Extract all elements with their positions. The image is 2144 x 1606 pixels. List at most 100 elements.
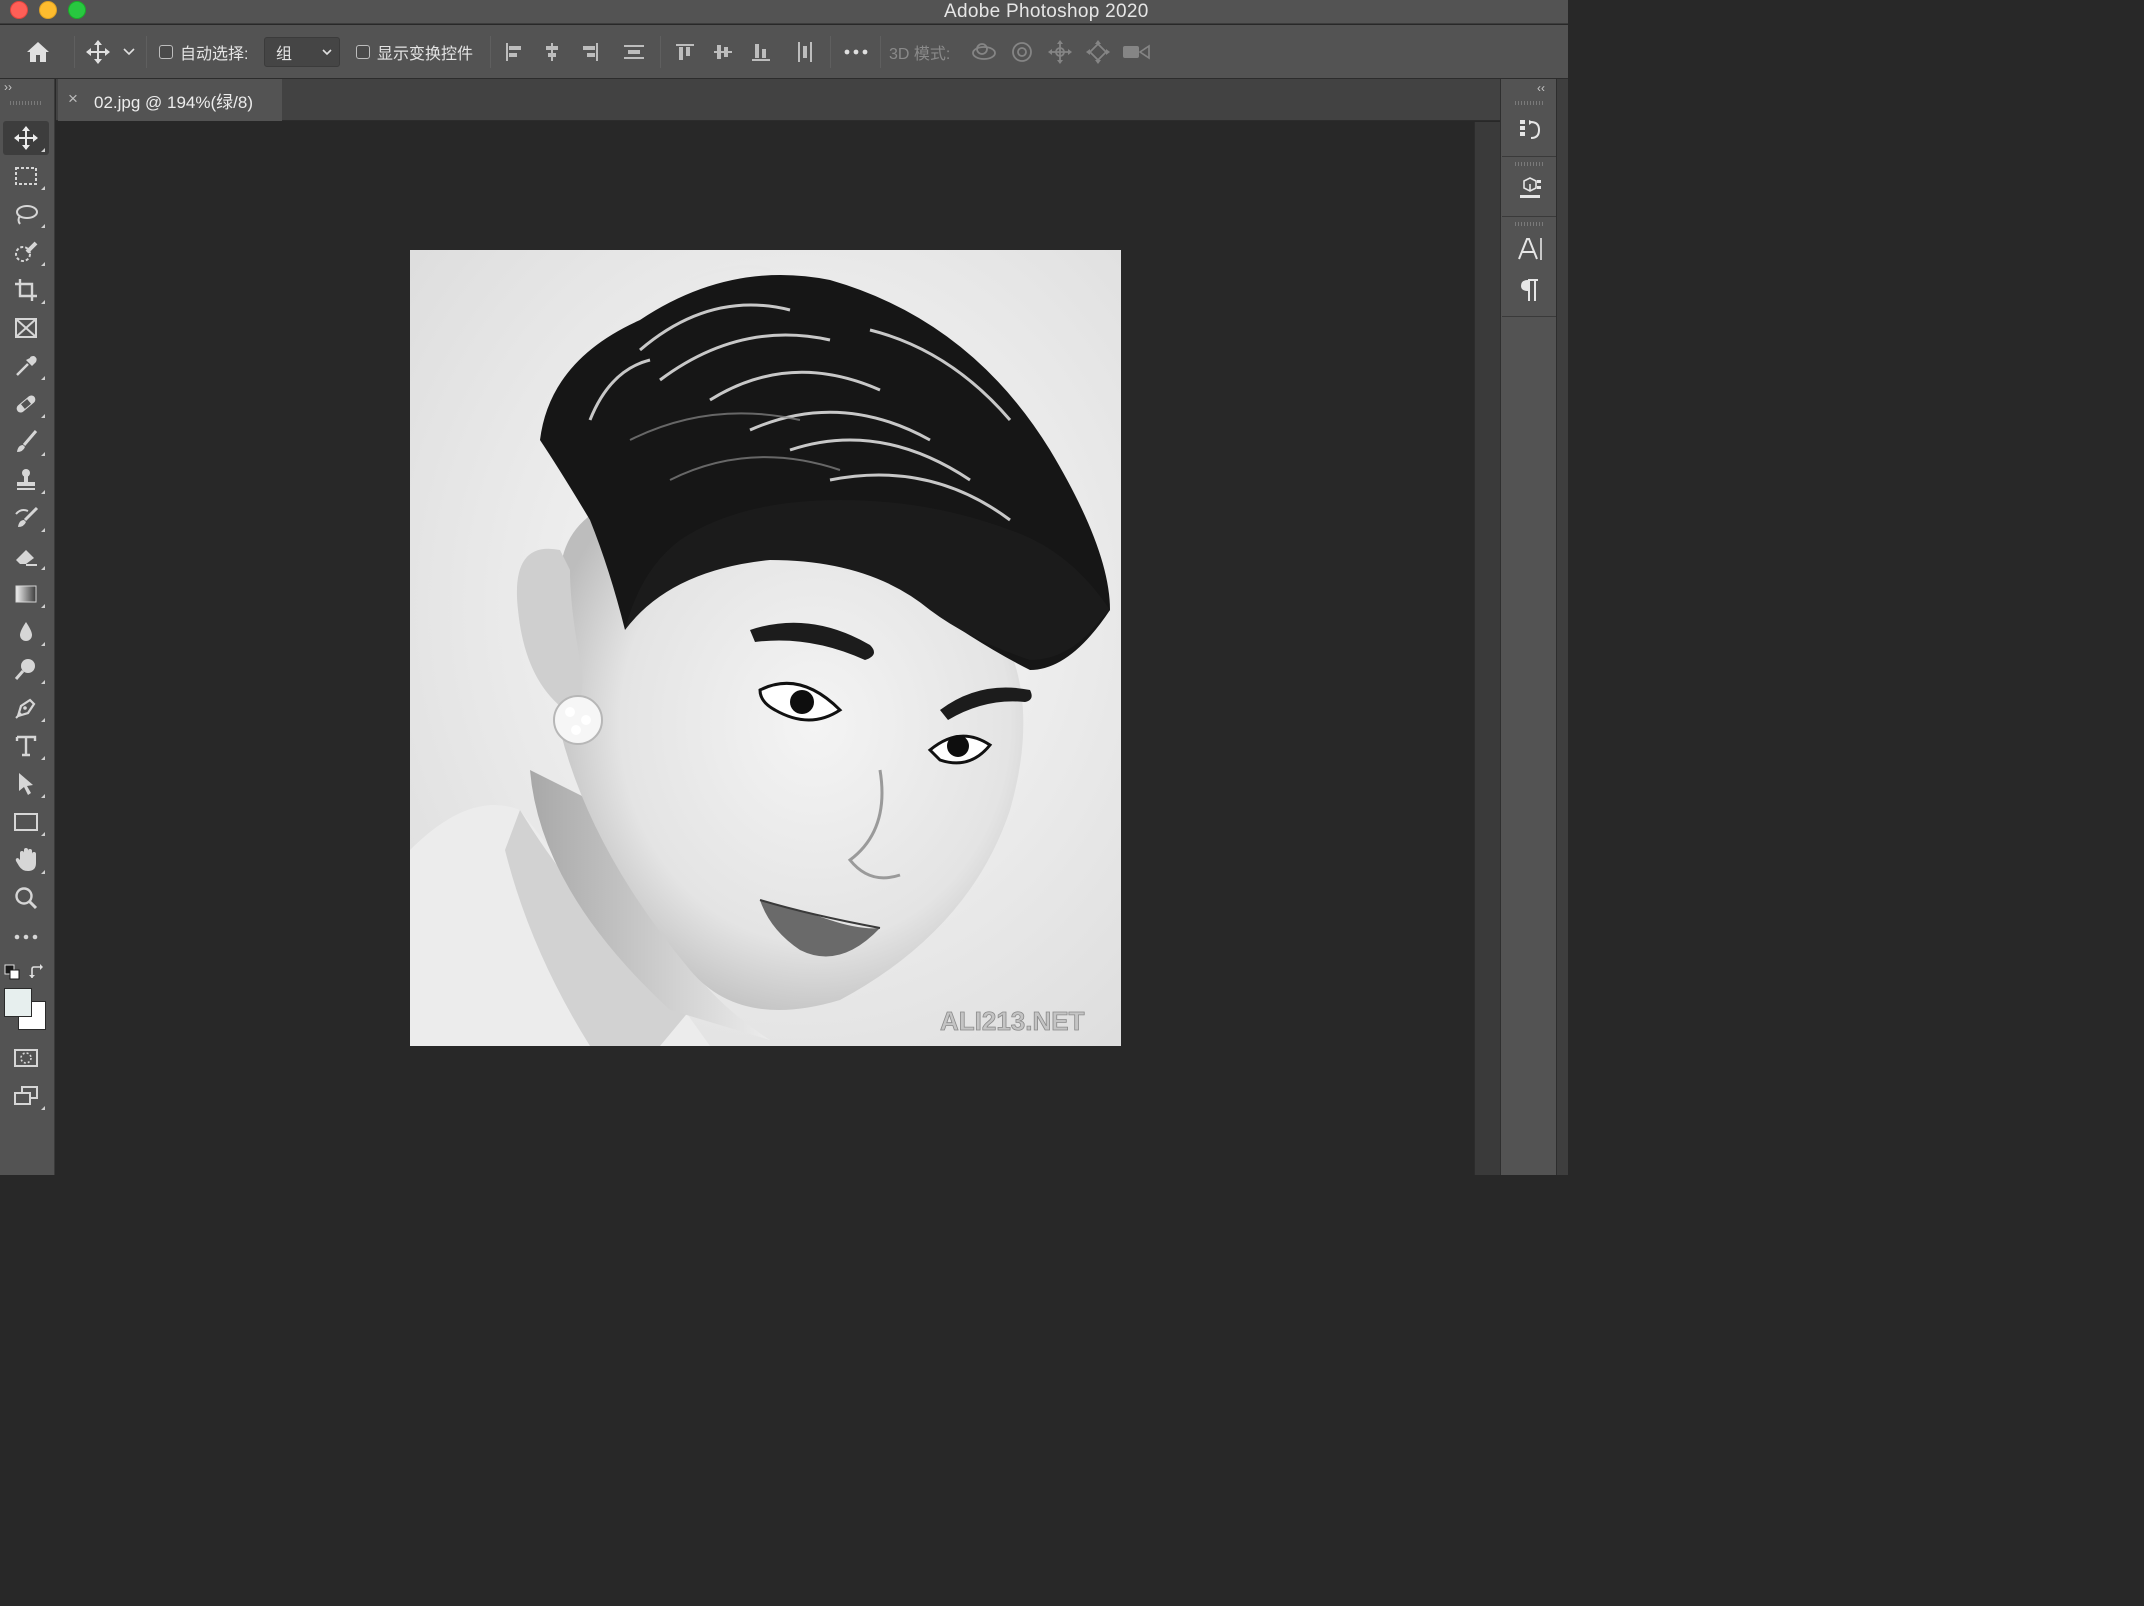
crop-tool[interactable] (3, 273, 49, 307)
quick-selection-tool[interactable] (3, 235, 49, 269)
zoom-window-button[interactable] (68, 1, 86, 19)
align-vertical-centers-button[interactable] (710, 25, 736, 79)
distribute-vertically-button[interactable] (620, 25, 648, 79)
path-selection-tool[interactable] (3, 767, 49, 801)
canvas-vertical-scrollbar[interactable] (1474, 122, 1500, 1175)
video-camera-icon (1123, 44, 1150, 60)
paragraph-panel-button[interactable] (1513, 273, 1547, 307)
bandage-icon (16, 395, 36, 413)
crop-icon (15, 279, 37, 301)
align-right-edges-button[interactable] (577, 25, 603, 79)
brush-tool[interactable] (3, 425, 49, 459)
marquee-icon (15, 167, 37, 185)
character-panel-button[interactable] (1513, 232, 1547, 266)
panel-grip[interactable] (1515, 222, 1545, 226)
arrow-cursor-icon (19, 773, 33, 795)
zoom-icon (15, 887, 38, 910)
document-tab[interactable]: × 02.jpg @ 194%(绿/8) (58, 79, 282, 121)
show-transform-checkbox[interactable] (355, 25, 371, 79)
edit-toolbar-button[interactable] (3, 920, 49, 954)
3d-panel-button[interactable] (1513, 173, 1547, 207)
chevron-down-icon (322, 49, 332, 56)
pen-tool[interactable] (3, 691, 49, 725)
rectangular-marquee-tool[interactable] (3, 159, 49, 193)
home-button[interactable] (18, 25, 58, 79)
zoom-tool[interactable] (3, 881, 49, 915)
chevron-down-icon (123, 48, 135, 56)
align-horizontal-centers-button[interactable] (539, 25, 565, 79)
blur-tool[interactable] (3, 615, 49, 649)
hand-icon (15, 848, 36, 871)
collapse-panels-icon[interactable]: ‹‹ (1537, 81, 1545, 95)
3d-roll-icon (1012, 42, 1032, 62)
foreground-color-swatch[interactable] (4, 988, 32, 1017)
more-icon (14, 934, 38, 940)
align-left-edges-button[interactable] (501, 25, 527, 79)
type-tool[interactable] (3, 729, 49, 763)
align-top-edges-button[interactable] (672, 25, 698, 79)
stamp-icon (17, 469, 35, 490)
dodge-icon (14, 659, 35, 680)
history-brush-tool[interactable] (3, 501, 49, 535)
3d-roll-button[interactable] (1008, 25, 1036, 79)
show-transform-label: 显示变换控件 (377, 46, 474, 63)
close-tab-icon[interactable]: × (68, 89, 78, 109)
3d-orbit-button[interactable] (968, 25, 1000, 79)
swap-arrows-icon (29, 964, 43, 978)
align-left-icon (506, 43, 521, 61)
align-bottom-icon (752, 44, 770, 61)
tools-panel-grip[interactable] (10, 101, 42, 105)
screen-mode-icon (14, 1086, 38, 1105)
eraser-icon (16, 550, 37, 566)
clone-stamp-tool[interactable] (3, 463, 49, 497)
dodge-tool[interactable] (3, 653, 49, 687)
hand-tool[interactable] (3, 843, 49, 877)
align-bottom-edges-button[interactable] (748, 25, 774, 79)
eyedropper-icon (16, 356, 37, 376)
healing-brush-tool[interactable] (3, 387, 49, 421)
options-bar: 自动选择: 组 显示变换控件 3D 模式: (0, 25, 1568, 79)
collapse-tools-icon[interactable]: ›› (4, 80, 12, 94)
auto-select-mode-select[interactable]: 组 (264, 37, 340, 67)
gradient-tool[interactable] (3, 577, 49, 611)
rectangle-tool[interactable] (3, 805, 49, 839)
3d-cube-icon (1520, 177, 1541, 198)
3d-slide-button[interactable] (1084, 25, 1112, 79)
align-middle-icon (714, 45, 732, 59)
minimize-window-button[interactable] (39, 1, 57, 19)
history-icon (1520, 120, 1541, 139)
panel-edge-strip (1556, 79, 1568, 1175)
more-icon (844, 49, 868, 55)
lasso-tool[interactable] (3, 197, 49, 231)
move-tool-preset[interactable] (84, 25, 112, 79)
eyedropper-tool[interactable] (3, 349, 49, 383)
paragraph-icon (1521, 279, 1538, 301)
close-window-button[interactable] (10, 1, 28, 19)
more-options-button[interactable] (842, 25, 870, 79)
panel-grip[interactable] (1515, 101, 1545, 105)
history-panel-button[interactable] (1513, 113, 1547, 147)
screen-mode-button[interactable] (3, 1079, 49, 1113)
3d-pan-button[interactable] (1046, 25, 1074, 79)
align-right-icon (583, 43, 598, 61)
auto-select-checkbox[interactable] (158, 25, 174, 79)
frame-tool[interactable] (3, 311, 49, 345)
distribute-horizontally-button[interactable] (792, 25, 818, 79)
move-tool[interactable] (3, 121, 49, 155)
document-tab-bar: × 02.jpg @ 194%(绿/8) (56, 79, 1500, 121)
quick-selection-icon (15, 241, 38, 262)
gradient-icon (15, 585, 37, 603)
eraser-tool[interactable] (3, 539, 49, 573)
pen-icon (15, 698, 36, 719)
default-colors-button[interactable] (4, 964, 20, 980)
tool-preset-dropdown[interactable] (120, 25, 138, 79)
move-icon (86, 40, 110, 64)
3d-orbit-icon (972, 43, 996, 60)
swap-colors-button[interactable] (29, 964, 45, 980)
document-canvas-image[interactable]: ALI213.NET (410, 250, 1121, 1046)
quick-mask-button[interactable] (3, 1041, 49, 1075)
3d-scale-button[interactable] (1120, 25, 1152, 79)
drop-icon (20, 622, 32, 641)
3d-slide-icon (1086, 40, 1110, 64)
panel-grip[interactable] (1515, 162, 1545, 166)
